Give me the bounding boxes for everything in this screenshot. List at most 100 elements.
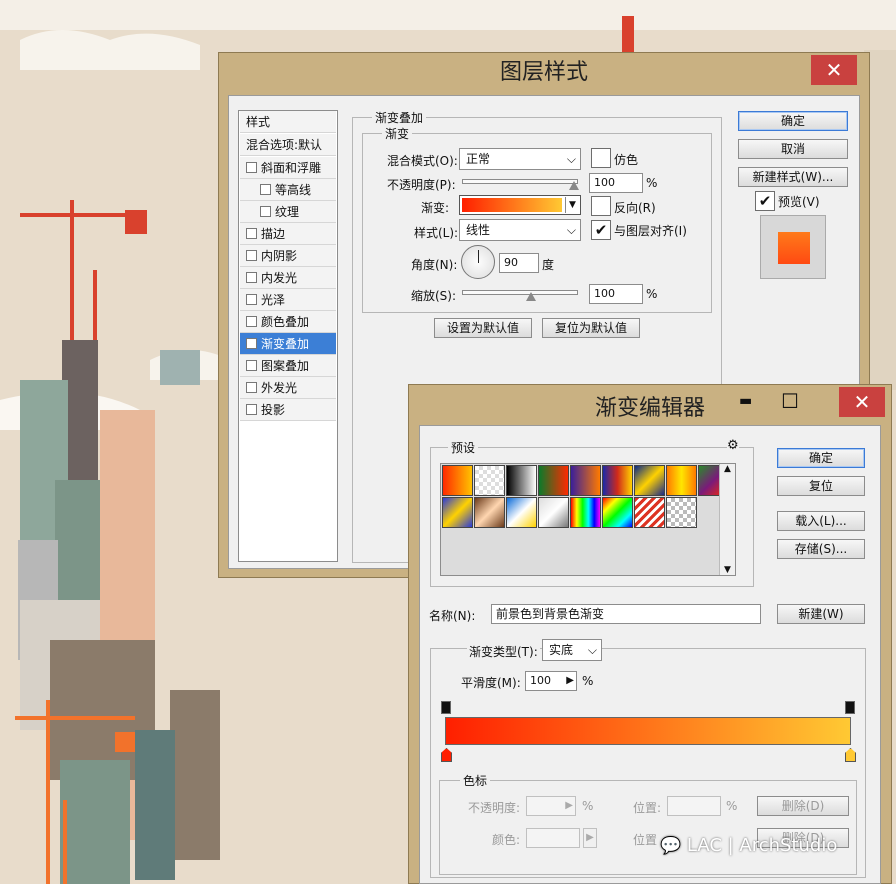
stop-opacity-input: ▶ [526,796,576,816]
blend-mode-select[interactable]: 正常 ⌵ [459,148,581,170]
preset-swatch[interactable] [474,465,505,496]
gradient-type-select[interactable]: 实底 ⌵ [542,639,602,661]
gradient-type-value: 实底 [549,643,574,657]
preset-swatch[interactable] [442,465,473,496]
scale-input[interactable]: 100 [589,284,643,304]
gradient-picker[interactable]: ▼ [459,195,581,215]
style-item-checkbox[interactable] [246,382,257,393]
style-item[interactable]: 内发光 [240,267,336,289]
style-item-label: 斜面和浮雕 [261,161,322,175]
preset-swatch[interactable] [602,465,633,496]
opacity-slider[interactable] [462,179,578,184]
preset-swatch[interactable] [634,465,665,496]
preset-swatch[interactable] [538,497,569,528]
style-item-label: 外发光 [261,381,298,395]
preset-swatch[interactable] [570,497,601,528]
angle-unit: 度 [542,258,555,272]
style-item-checkbox[interactable] [260,206,271,217]
style-item-checkbox[interactable] [246,272,257,283]
preset-swatch[interactable] [442,497,473,528]
reset-default-button[interactable]: 复位为默认值 [542,318,640,338]
gradient-save-button[interactable]: 存储(S)... [777,539,865,559]
set-default-button[interactable]: 设置为默认值 [434,318,532,338]
preset-swatch[interactable] [538,465,569,496]
style-item[interactable]: 光泽 [240,289,336,311]
style-item-checkbox[interactable] [246,162,257,173]
gradient-picker-arrow-icon[interactable]: ▼ [565,197,579,213]
style-item[interactable]: 描边 [240,223,336,245]
reverse-checkbox[interactable] [591,196,611,216]
scale-label: 缩放(S): [411,289,457,303]
preset-swatch[interactable] [602,497,633,528]
align-with-layer-checkbox[interactable]: ✔ [591,220,611,240]
smoothness-arrow-icon[interactable]: ▶ [566,672,574,690]
style-item-checkbox[interactable] [246,404,257,415]
scroll-down-icon[interactable]: ▼ [720,565,735,575]
opacity-input[interactable]: 100 [589,173,643,193]
preset-swatch[interactable] [570,465,601,496]
angle-input[interactable]: 90 [499,253,539,273]
gradient-editor-close-button[interactable]: ✕ [839,387,885,417]
scale-unit: % [646,287,658,301]
dither-checkbox[interactable] [591,148,611,168]
style-item[interactable]: 外发光 [240,377,336,399]
presets-gear-icon[interactable]: ⚙ [727,438,739,453]
style-item-label: 渐变叠加 [261,337,310,351]
style-item[interactable]: 纹理 [240,201,336,223]
preset-scrollbar[interactable]: ▲ ▼ [719,464,735,575]
preset-swatch[interactable] [666,497,697,528]
preview-label: 预览(V) [778,195,820,209]
style-item-checkbox[interactable] [246,250,257,261]
style-item[interactable]: ✔ 渐变叠加 [240,333,336,355]
scale-slider[interactable] [462,290,578,295]
style-item-checkbox[interactable] [246,360,257,371]
stop-opacity-label: 不透明度: [468,801,521,815]
angle-dial[interactable] [461,245,495,279]
delete-opacity-stop-button: 删除(D) [757,796,849,816]
gradient-bar[interactable] [445,717,851,745]
opacity-stop-right[interactable] [845,701,855,714]
preset-swatch[interactable] [634,497,665,528]
new-style-button[interactable]: 新建样式(W)... [738,167,848,187]
preview-checkbox[interactable]: ✔ [755,191,775,211]
style-item[interactable]: 投影 [240,399,336,421]
style-item[interactable]: 颜色叠加 [240,311,336,333]
gradient-ok-button[interactable]: 确定 [777,448,865,468]
style-item-checkbox[interactable] [246,316,257,327]
style-item[interactable]: 图案叠加 [240,355,336,377]
minimize-button[interactable]: ▬ [739,393,752,409]
opacity-stop-left[interactable] [441,701,451,714]
style-item-checkbox[interactable]: ✔ [246,338,257,349]
opacity-slider-thumb[interactable] [569,181,579,190]
gradient-new-button[interactable]: 新建(W) [777,604,865,624]
stop-opacity-unit: % [582,799,594,813]
stop-location-unit: % [726,799,738,813]
layer-style-ok-button[interactable]: 确定 [738,111,848,131]
style-item-label: 等高线 [275,183,312,197]
scale-slider-thumb[interactable] [526,292,536,301]
style-item-checkbox[interactable] [246,294,257,305]
style-item-checkbox[interactable] [246,228,257,239]
style-select[interactable]: 线性 ⌵ [459,219,581,241]
style-item[interactable]: 斜面和浮雕 [240,157,336,179]
preset-swatch[interactable] [666,465,697,496]
maximize-button[interactable]: ☐ [781,389,799,413]
style-value: 线性 [466,223,491,237]
scroll-up-icon[interactable]: ▲ [720,464,735,474]
layer-style-cancel-button[interactable]: 取消 [738,139,848,159]
preset-swatch[interactable] [506,465,537,496]
styles-list: 样式 混合选项:默认 斜面和浮雕 等高线 纹理 描边 内阴影 内发光 光泽 颜色叠加 ✔ 渐变叠加… [238,110,338,562]
style-item[interactable]: 等高线 [240,179,336,201]
name-input[interactable]: 前景色到背景色渐变 [491,604,761,624]
style-item-checkbox[interactable] [260,184,271,195]
gradient-reset-button[interactable]: 复位 [777,476,865,496]
gradient-editor-title: 渐变编辑器 [594,396,705,421]
smoothness-input[interactable]: 100 ▶ [525,671,577,691]
gradient-label: 渐变: [421,201,450,215]
style-item[interactable]: 内阴影 [240,245,336,267]
preset-swatch[interactable] [506,497,537,528]
layer-style-close-button[interactable]: ✕ [811,55,857,85]
blend-options-item[interactable]: 混合选项:默认 [240,134,336,156]
preset-swatch[interactable] [474,497,505,528]
gradient-load-button[interactable]: 载入(L)... [777,511,865,531]
